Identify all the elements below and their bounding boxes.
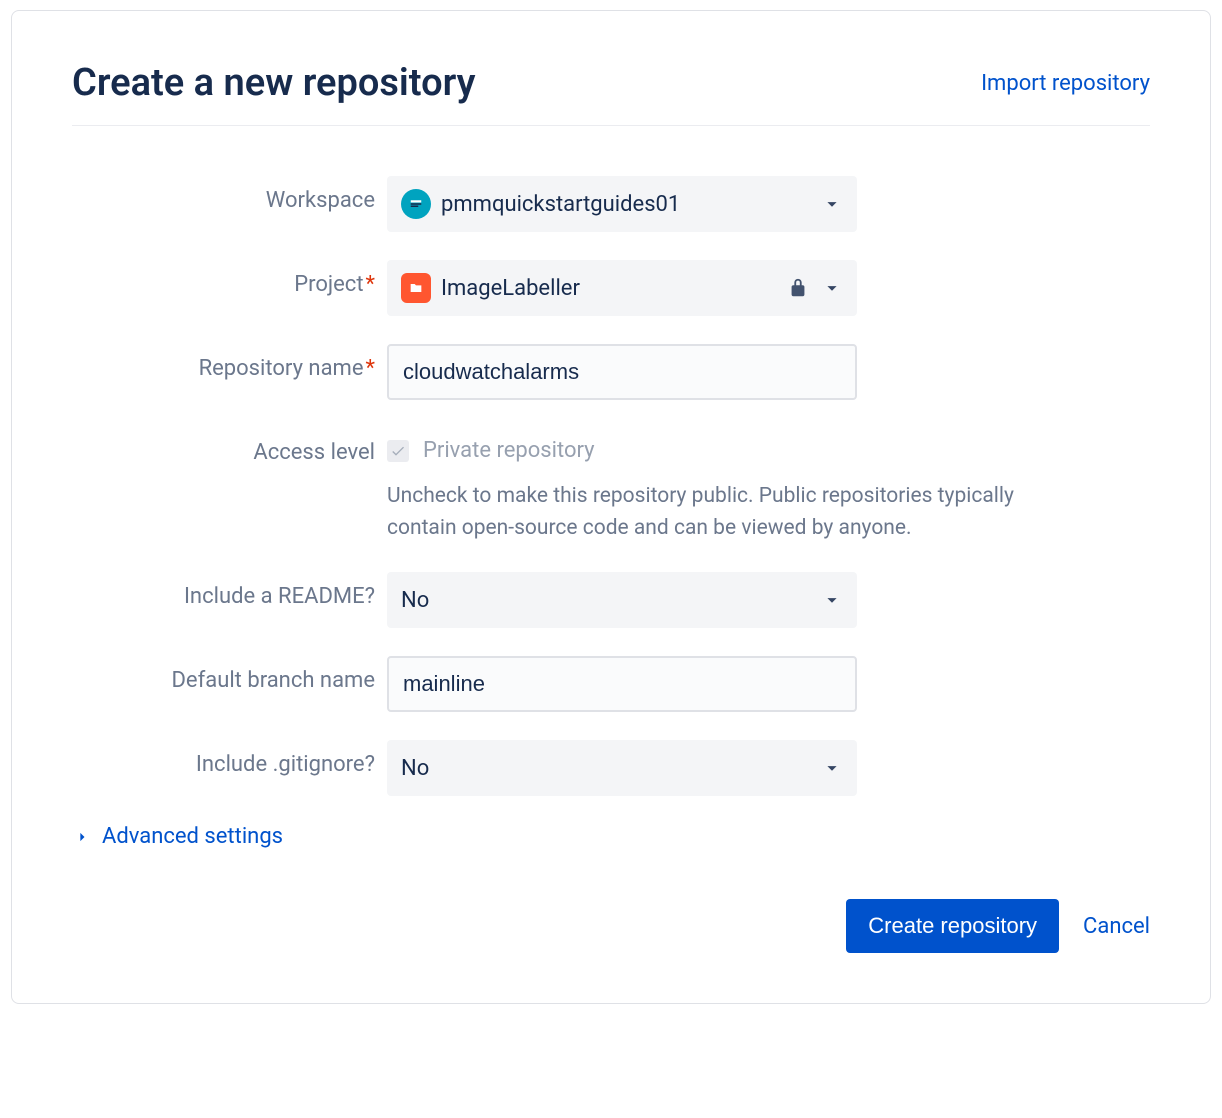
include-gitignore-select[interactable]: No: [387, 740, 857, 796]
project-value: ImageLabeller: [441, 276, 787, 301]
repo-name-row: Repository name*: [72, 344, 1150, 400]
project-row: Project* ImageLabeller: [72, 260, 1150, 316]
include-readme-label: Include a README?: [72, 572, 387, 609]
include-gitignore-label: Include .gitignore?: [72, 740, 387, 777]
project-label: Project*: [72, 260, 387, 297]
include-readme-select[interactable]: No: [387, 572, 857, 628]
access-level-row: Access level Private repository Uncheck …: [72, 428, 1150, 544]
workspace-value: pmmquickstartguides01: [441, 192, 821, 217]
access-level-label: Access level: [72, 428, 387, 465]
form-actions: Create repository Cancel: [72, 899, 1150, 953]
include-readme-row: Include a README? No: [72, 572, 1150, 628]
cancel-button[interactable]: Cancel: [1083, 914, 1150, 939]
check-icon: [390, 443, 406, 459]
project-select[interactable]: ImageLabeller: [387, 260, 857, 316]
private-repo-checkbox[interactable]: [387, 440, 409, 462]
default-branch-row: Default branch name: [72, 656, 1150, 712]
default-branch-input[interactable]: [387, 656, 857, 712]
chevron-down-icon: [821, 589, 843, 611]
access-level-help-text: Uncheck to make this repository public. …: [387, 481, 1037, 544]
chevron-down-icon: [821, 193, 843, 215]
repo-name-input[interactable]: [387, 344, 857, 400]
private-repo-checkbox-label: Private repository: [423, 438, 595, 463]
repo-name-label: Repository name*: [72, 344, 387, 381]
required-indicator: *: [366, 272, 375, 297]
page-title: Create a new repository: [72, 61, 475, 105]
include-readme-value: No: [401, 588, 821, 613]
create-repository-card: Create a new repository Import repositor…: [11, 10, 1211, 1004]
project-avatar-icon: [401, 273, 431, 303]
lock-icon: [787, 277, 809, 299]
chevron-right-icon: [72, 827, 92, 847]
include-gitignore-row: Include .gitignore? No: [72, 740, 1150, 796]
include-gitignore-value: No: [401, 756, 821, 781]
advanced-settings-toggle[interactable]: Advanced settings: [72, 824, 1150, 849]
advanced-settings-label: Advanced settings: [102, 824, 283, 849]
header: Create a new repository Import repositor…: [72, 61, 1150, 126]
workspace-row: Workspace pmmquickstartguides01: [72, 176, 1150, 232]
chevron-down-icon: [821, 757, 843, 779]
create-repository-button[interactable]: Create repository: [846, 899, 1059, 953]
workspace-label: Workspace: [72, 176, 387, 213]
chevron-down-icon: [821, 277, 843, 299]
import-repository-link[interactable]: Import repository: [981, 71, 1150, 96]
default-branch-label: Default branch name: [72, 656, 387, 693]
workspace-avatar-icon: [401, 189, 431, 219]
workspace-select[interactable]: pmmquickstartguides01: [387, 176, 857, 232]
required-indicator: *: [366, 356, 375, 381]
